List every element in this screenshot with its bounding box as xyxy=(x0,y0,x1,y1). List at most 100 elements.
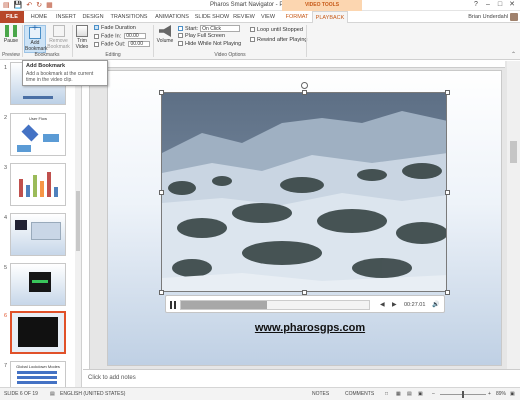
video-options-group-label: Video Options xyxy=(214,52,246,58)
hide-while-not-playing-label: Hide While Not Playing xyxy=(185,41,242,47)
hide-while-not-playing-row[interactable]: Hide While Not Playing xyxy=(178,41,241,48)
resize-handle[interactable] xyxy=(159,90,164,95)
slide-thumbnail-3[interactable] xyxy=(10,163,66,206)
add-bookmark-button[interactable]: Add Bookmark xyxy=(24,25,48,53)
collapse-ribbon-icon[interactable]: ⌃ xyxy=(511,51,516,58)
slide-thumbnail-5[interactable] xyxy=(10,263,66,306)
tab-animations[interactable]: ANIMATIONS xyxy=(152,11,192,23)
add-bookmark-label: Add Bookmark xyxy=(25,40,48,52)
hide-while-not-playing-checkbox[interactable] xyxy=(178,41,183,47)
reading-view-icon[interactable]: ▤ xyxy=(407,391,412,397)
tab-design[interactable]: DESIGN xyxy=(80,11,106,23)
editor-scrollbar[interactable] xyxy=(507,61,520,369)
resize-handle[interactable] xyxy=(445,290,450,295)
resize-handle[interactable] xyxy=(159,190,164,195)
avatar[interactable] xyxy=(510,13,518,21)
resize-handle[interactable] xyxy=(445,90,450,95)
step-forward-icon[interactable]: ▶ xyxy=(392,300,397,310)
scrollbar-thumb[interactable] xyxy=(510,141,517,163)
thumbnails-scrollbar[interactable] xyxy=(75,61,81,387)
fade-out-stepper[interactable]: 00.00 xyxy=(128,41,151,47)
start-dropdown[interactable]: On Click xyxy=(200,25,241,32)
scrollbar-thumb[interactable] xyxy=(76,191,80,251)
ribbon: Pause Preview Add Bookmark Remove Bookma… xyxy=(0,23,520,60)
tab-home[interactable]: HOME xyxy=(26,11,52,23)
tab-transitions[interactable]: TRANSITIONS xyxy=(108,11,150,23)
zoom-out-icon[interactable]: – xyxy=(432,391,435,397)
rewind-row[interactable]: Rewind after Playing xyxy=(250,37,307,44)
trim-video-button[interactable]: Trim Video xyxy=(74,25,90,50)
group-separator xyxy=(22,25,23,57)
remove-bookmark-icon xyxy=(52,25,65,37)
volume-control-icon[interactable]: 🔊 xyxy=(432,300,439,310)
tab-review[interactable]: REVIEW xyxy=(232,11,256,23)
fade-icon xyxy=(94,25,99,31)
flow-box xyxy=(17,145,31,152)
pause-control-icon[interactable] xyxy=(170,301,176,309)
add-bookmark-icon xyxy=(29,26,41,39)
user-name[interactable]: Brian Underdahl xyxy=(468,11,508,23)
website-link-text[interactable]: www.pharosgps.com xyxy=(230,322,390,334)
slide-thumbnail-7[interactable]: Global Lockdown Modes xyxy=(10,361,66,387)
tooltip-description: Add a bookmark at the current time in th… xyxy=(26,71,94,83)
chart-bar xyxy=(47,172,51,197)
pause-icon xyxy=(5,25,17,37)
start-label: Start: xyxy=(185,25,199,32)
zoom-in-icon[interactable]: + xyxy=(488,391,491,397)
tab-slide-show[interactable]: SLIDE SHOW xyxy=(194,11,230,23)
remove-bookmark-button[interactable]: Remove Bookmark xyxy=(47,25,70,50)
spelling-icon[interactable]: ▤ xyxy=(50,391,55,397)
help-button[interactable]: ? xyxy=(470,0,482,10)
maximize-button[interactable]: □ xyxy=(494,0,506,10)
slideshow-view-icon[interactable]: ▣ xyxy=(418,391,423,397)
group-separator xyxy=(72,25,73,57)
window-controls: ? – □ ✕ xyxy=(470,0,518,10)
fade-out-icon xyxy=(94,41,99,47)
volume-label: Volume xyxy=(156,38,174,44)
notes-button[interactable]: NOTES xyxy=(312,391,329,397)
tab-insert[interactable]: INSERT xyxy=(53,11,79,23)
minimize-button[interactable]: – xyxy=(482,0,494,10)
loop-row[interactable]: Loop until Stopped xyxy=(250,27,303,34)
slide-number: 1 xyxy=(4,65,8,71)
language-indicator[interactable]: ENGLISH (UNITED STATES) xyxy=(60,391,125,397)
video-progress-bar[interactable] xyxy=(180,300,370,310)
slide-sorter-icon[interactable]: ▦ xyxy=(396,391,401,397)
resize-handle[interactable] xyxy=(445,190,450,195)
play-full-screen-row[interactable]: Play Full Screen xyxy=(178,33,225,40)
video-frame[interactable] xyxy=(161,92,447,292)
horizontal-ruler xyxy=(100,61,505,68)
video-tools-header: VIDEO TOOLS xyxy=(282,0,362,11)
slide-thumbnail-2[interactable]: User Flow xyxy=(10,113,66,156)
fit-slide-icon[interactable]: ▣ xyxy=(510,391,515,397)
slide-thumbnail-4[interactable] xyxy=(10,213,66,256)
pause-button[interactable]: Pause xyxy=(3,25,19,44)
fade-in-stepper[interactable]: 00.00 xyxy=(124,33,147,39)
tab-file[interactable]: FILE xyxy=(0,11,24,23)
slide-thumbnail-6[interactable] xyxy=(10,311,66,354)
tab-format[interactable]: FORMAT xyxy=(284,11,310,23)
rotate-handle[interactable] xyxy=(301,82,308,89)
play-full-screen-checkbox[interactable] xyxy=(178,33,183,39)
resize-handle[interactable] xyxy=(159,290,164,295)
slide-number: 6 xyxy=(4,313,8,319)
bookmarks-group-label: Bookmarks xyxy=(34,52,60,58)
add-bookmark-tooltip: Add Bookmark Add a bookmark at the curre… xyxy=(22,60,108,86)
volume-button[interactable]: Volume xyxy=(156,25,174,44)
slide-thumbnails-pane: 1 2 User Flow 3 4 5 6 7 Global Lockdown … xyxy=(0,61,82,387)
loop-label: Loop until Stopped xyxy=(257,27,303,33)
notes-pane[interactable]: Click to add notes xyxy=(83,369,520,387)
close-button[interactable]: ✕ xyxy=(506,0,518,10)
resize-handle[interactable] xyxy=(302,90,307,95)
tab-view[interactable]: VIEW xyxy=(258,11,278,23)
comments-button[interactable]: COMMENTS xyxy=(345,391,374,397)
slide-table-row xyxy=(17,371,57,374)
step-back-icon[interactable]: ◀ xyxy=(380,300,385,310)
fade-in-row: Fade In: 00.00 xyxy=(94,33,147,40)
normal-view-icon[interactable]: □ xyxy=(385,391,388,397)
loop-checkbox[interactable] xyxy=(250,27,255,33)
zoom-slider-thumb[interactable] xyxy=(462,391,464,398)
rewind-label: Rewind after Playing xyxy=(257,37,308,43)
rewind-checkbox[interactable] xyxy=(250,37,255,43)
zoom-level[interactable]: 89% xyxy=(496,391,506,397)
